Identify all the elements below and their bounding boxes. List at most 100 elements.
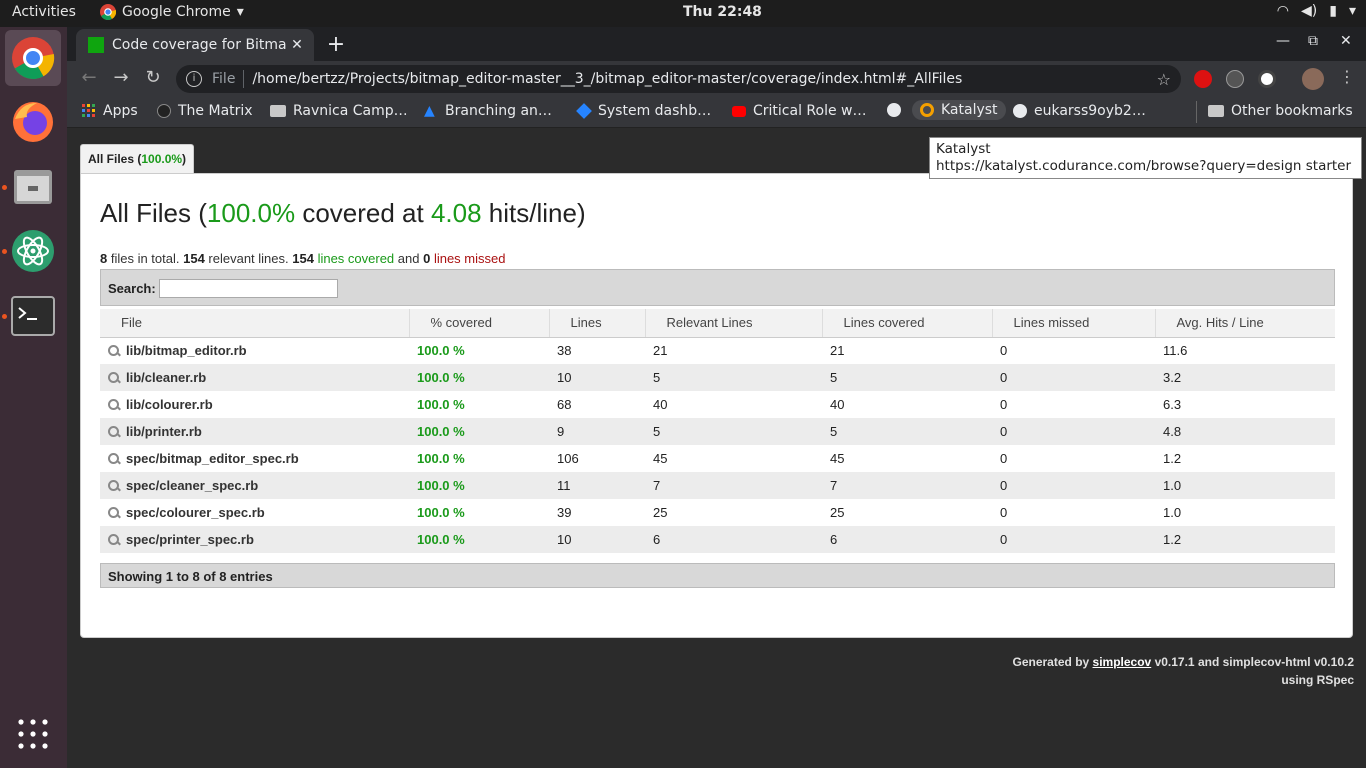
bookmark-branching[interactable]: ▲ Branching an… (424, 103, 552, 119)
katalyst-icon (920, 103, 934, 117)
percent-covered: 100.0 % (417, 397, 465, 412)
column-header-avg-hits[interactable]: Avg. Hits / Line (1155, 309, 1335, 338)
lines-covered-cell: 7 (830, 478, 838, 493)
bookmark-globe[interactable] (887, 103, 901, 117)
url-scheme: File (212, 71, 236, 87)
bookmark-eukarss[interactable]: eukarss9oyb2… (1013, 103, 1146, 119)
percent-covered: 100.0 % (417, 370, 465, 385)
relevant-lines-cell: 40 (653, 397, 668, 412)
column-header-lines[interactable]: Lines (549, 309, 646, 338)
adblock-icon[interactable] (1194, 70, 1212, 88)
tooltip-url: https://katalyst.codurance.com/browse?qu… (936, 158, 1352, 174)
lines-missed-cell: 0 (1000, 397, 1008, 412)
tab-title: Code coverage for Bitmap (112, 37, 286, 53)
file-link[interactable]: spec/printer_spec.rb (100, 526, 409, 553)
bookmark-critical-role[interactable]: Critical Role w… (732, 103, 866, 119)
extension-icon[interactable] (1226, 70, 1244, 88)
avg-hits-cell: 6.3 (1163, 397, 1182, 412)
file-link[interactable]: lib/cleaner.rb (100, 364, 409, 391)
bookmark-apps[interactable]: Apps (82, 103, 138, 119)
divider (243, 70, 245, 88)
lines-covered-cell: 5 (830, 370, 838, 385)
file-link[interactable]: spec/bitmap_editor_spec.rb (100, 445, 409, 472)
folder-icon (270, 105, 286, 117)
browser-tab[interactable]: Code coverage for Bitmap ✕ (76, 29, 314, 61)
bookmark-star-icon[interactable]: ☆ (1157, 70, 1171, 89)
lines-missed-cell: 0 (1000, 343, 1008, 359)
file-link[interactable]: lib/colourer.rb (100, 391, 409, 418)
divider (1196, 101, 1197, 123)
lines-covered-cell: 6 (830, 532, 838, 547)
info-icon[interactable]: i (186, 71, 202, 87)
back-button[interactable]: ← (77, 67, 101, 88)
simplecov-link[interactable]: simplecov (1093, 655, 1152, 669)
summary-text: relevant lines. (204, 251, 293, 266)
file-link[interactable]: lib/printer.rb (100, 418, 409, 445)
bookmark-the-matrix[interactable]: The Matrix (157, 103, 253, 119)
close-window-button[interactable]: ✕ (1340, 33, 1352, 49)
file-link[interactable]: spec/colourer_spec.rb (100, 499, 409, 526)
activities-button[interactable]: Activities (12, 4, 76, 20)
tab-all-files[interactable]: All Files (100.0%) (80, 144, 195, 174)
lines-missed-cell: 0 (1000, 532, 1008, 547)
show-applications-button[interactable] (5, 706, 61, 762)
minimize-button[interactable]: — (1276, 33, 1290, 49)
tab-strip: Code coverage for Bitmap ✕ + — ⧉ ✕ (67, 27, 1366, 61)
firefox-icon (13, 102, 53, 142)
title-prefix: All Files ( (100, 198, 207, 228)
lines-cell: 11 (557, 478, 571, 493)
folder-icon (1208, 105, 1224, 117)
title-percent: 100.0% (206, 198, 296, 228)
table-row: lib/colourer.rb 100.0 % 68 40 40 0 6.3 (100, 391, 1335, 418)
relevant-lines-cell: 7 (653, 478, 661, 493)
avatar[interactable] (1302, 68, 1324, 90)
maximize-button[interactable]: ⧉ (1308, 33, 1318, 49)
url-text[interactable]: /home/bertzz/Projects/bitmap_editor-mast… (252, 71, 1156, 87)
system-tray[interactable]: ◠ ◀) ▮ ▾ (1277, 3, 1356, 19)
column-header-covered[interactable]: % covered (409, 309, 550, 338)
column-header-lines-missed[interactable]: Lines missed (992, 309, 1156, 338)
table-row: spec/cleaner_spec.rb 100.0 % 11 7 7 0 1.0 (100, 472, 1335, 499)
page-title: All Files (100.0% covered at 4.08 hits/l… (100, 198, 586, 229)
dock-files[interactable] (5, 158, 61, 214)
lines-covered-cell: 5 (830, 424, 838, 439)
app-menu[interactable]: Google Chrome ▾ (100, 4, 244, 20)
dock-terminal[interactable] (5, 288, 61, 344)
new-tab-button[interactable]: + (323, 32, 349, 57)
bookmark-ravnica[interactable]: Ravnica Camp… (270, 103, 408, 119)
bookmark-system-dashboard[interactable]: System dashb… (576, 103, 711, 119)
percent-covered: 100.0 % (417, 343, 465, 359)
table-row: spec/printer_spec.rb 100.0 % 10 6 6 0 1.2 (100, 526, 1335, 553)
column-header-file[interactable]: File (100, 309, 410, 338)
percent-covered: 100.0 % (417, 424, 465, 439)
column-header-lines-covered[interactable]: Lines covered (822, 309, 993, 338)
battery-icon: ▮ (1329, 3, 1337, 19)
magnifier-icon (108, 453, 121, 466)
dock-atom[interactable] (5, 223, 61, 279)
avg-hits-cell: 11.6 (1163, 343, 1188, 359)
column-header-relevant[interactable]: Relevant Lines (645, 309, 823, 338)
file-link[interactable]: lib/bitmap_editor.rb (100, 337, 409, 364)
dock-chrome[interactable] (5, 30, 61, 86)
forward-button[interactable]: → (109, 67, 133, 88)
file-link[interactable]: spec/cleaner_spec.rb (100, 472, 409, 499)
menu-kebab-icon[interactable]: ⋮ (1335, 67, 1359, 86)
tab-percent: 100.0% (141, 152, 183, 166)
browser-toolbar: ← → ↻ i File /home/bertzz/Projects/bitma… (67, 61, 1366, 97)
reload-button[interactable]: ↻ (141, 67, 165, 88)
dock-firefox[interactable] (5, 93, 61, 149)
table-row: lib/bitmap_editor.rb 100.0 % 38 21 21 0 11.6 (100, 337, 1335, 364)
table-row: spec/colourer_spec.rb 100.0 % 39 25 25 0 1.0 (100, 499, 1335, 526)
table-row: lib/printer.rb 100.0 % 9 5 5 0 4.8 (100, 418, 1335, 445)
generated-text: v0.17.1 and simplecov-html v0.10.2 (1151, 655, 1354, 669)
magnifier-icon (108, 399, 121, 412)
extension-icon[interactable] (1258, 70, 1276, 88)
table-row: lib/cleaner.rb 100.0 % 10 5 5 0 3.2 (100, 364, 1335, 391)
chevron-down-icon: ▾ (236, 4, 244, 20)
search-input[interactable] (159, 279, 338, 298)
address-bar[interactable]: i File /home/bertzz/Projects/bitmap_edit… (176, 65, 1181, 93)
clock[interactable]: Thu 22:48 (683, 4, 762, 20)
other-bookmarks[interactable]: Other bookmarks (1208, 103, 1353, 119)
bookmark-katalyst[interactable]: Katalyst (912, 100, 1006, 120)
close-icon[interactable]: ✕ (286, 37, 308, 53)
